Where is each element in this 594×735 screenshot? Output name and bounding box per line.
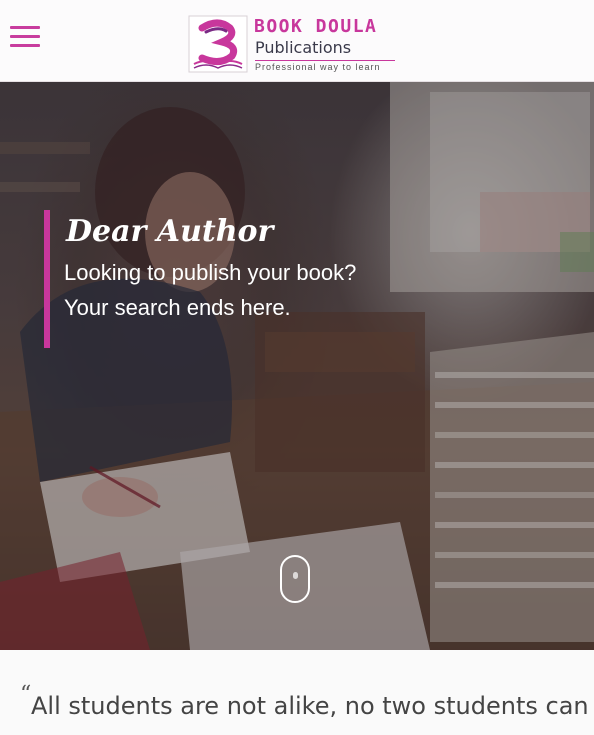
logo-tagline: Professional way to learn xyxy=(255,62,381,72)
hero-tagline-line-1: Looking to publish your book? xyxy=(64,260,357,285)
hero-accent-bar xyxy=(44,210,50,348)
book-doula-logo-icon xyxy=(188,15,248,73)
scroll-wheel-dot xyxy=(293,572,298,579)
hamburger-menu-icon[interactable] xyxy=(10,26,40,48)
logo-divider xyxy=(255,60,395,61)
quote-section: “ All students are not alike, no two stu… xyxy=(0,650,594,735)
mouse-scroll-icon[interactable] xyxy=(280,555,310,603)
hero-text-block: Dear Author Looking to publish your book… xyxy=(44,210,464,348)
site-logo[interactable]: BOOK DOULA Publications Professional way… xyxy=(188,14,412,74)
logo-title: BOOK DOULA xyxy=(254,16,378,37)
quote-text: All students are not alike, no two stude… xyxy=(31,692,589,720)
logo-subtitle: Publications xyxy=(255,38,352,57)
hero-banner: Dear Author Looking to publish your book… xyxy=(0,82,594,650)
open-quote-mark: “ xyxy=(20,682,32,707)
menu-bar-middle xyxy=(10,35,40,38)
menu-bar-bottom xyxy=(10,44,40,47)
menu-bar-top xyxy=(10,26,40,29)
hero-heading: Dear Author xyxy=(66,214,274,249)
hero-tagline-line-2: Your search ends here. xyxy=(64,295,291,320)
site-header: BOOK DOULA Publications Professional way… xyxy=(0,0,594,82)
